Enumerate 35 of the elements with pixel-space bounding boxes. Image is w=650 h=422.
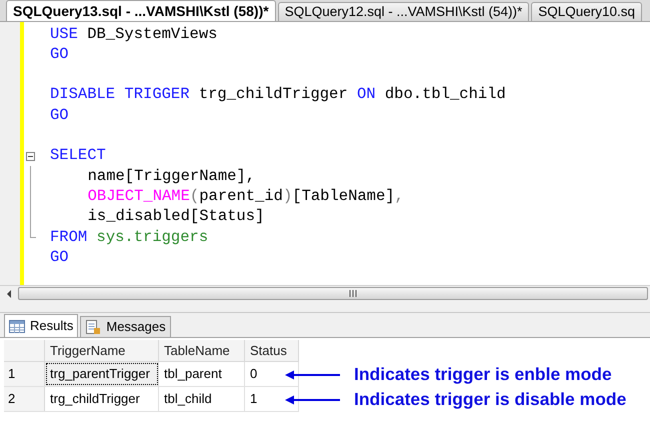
column-header[interactable]: TriggerName xyxy=(45,340,159,361)
code-line: is_disabled[Status] xyxy=(86,206,264,228)
result-tab[interactable]: Messages xyxy=(80,316,171,337)
document-tab[interactable]: SQLQuery12.sql - ...VAMSHI\Kstl (54))* xyxy=(278,2,530,21)
arrow-icon xyxy=(285,370,340,380)
table-cell: trg_parentTrigger xyxy=(45,362,159,386)
table-cell: tbl_child xyxy=(159,387,245,411)
row-number[interactable]: 1 xyxy=(4,362,45,386)
code-line: GO xyxy=(50,44,69,65)
arrow-icon xyxy=(285,394,340,404)
scrollbar-thumb[interactable] xyxy=(18,287,648,300)
code-line: SELECT xyxy=(50,145,106,166)
column-header[interactable]: TableName xyxy=(159,340,245,361)
code-line: GO xyxy=(50,104,69,126)
horizontal-scrollbar[interactable] xyxy=(0,285,650,301)
table-cell: trg_childTrigger xyxy=(45,387,159,411)
row-number[interactable]: 2 xyxy=(4,387,45,411)
document-tab[interactable]: SQLQuery13.sql - ...VAMSHI\Kstl (58))* xyxy=(6,0,276,21)
column-header[interactable]: Status xyxy=(245,340,299,361)
result-tab[interactable]: Results xyxy=(4,314,78,337)
code-line: OBJECT_NAME(parent_id)[TableName], xyxy=(86,186,404,207)
table-cell: tbl_parent xyxy=(159,362,245,386)
outline-end xyxy=(30,226,36,238)
code-line: FROM sys.triggers xyxy=(50,226,208,248)
grid-icon xyxy=(9,320,25,332)
document-icon xyxy=(85,319,102,335)
collapse-icon[interactable] xyxy=(26,152,35,161)
code-line: GO xyxy=(50,246,69,268)
code-line: USE DB_SystemViews xyxy=(50,24,218,45)
code-line: DISABLE TRIGGER trg_childTrigger ON dbo.tbl_child xyxy=(50,84,506,106)
annotation-text: Indicates trigger is disable mode xyxy=(354,388,626,412)
code-line: name[TriggerName], xyxy=(86,166,256,187)
document-tab[interactable]: SQLQuery10.sq xyxy=(531,2,642,21)
grip-icon xyxy=(349,290,357,297)
annotation-text: Indicates trigger is enble mode xyxy=(354,363,612,386)
